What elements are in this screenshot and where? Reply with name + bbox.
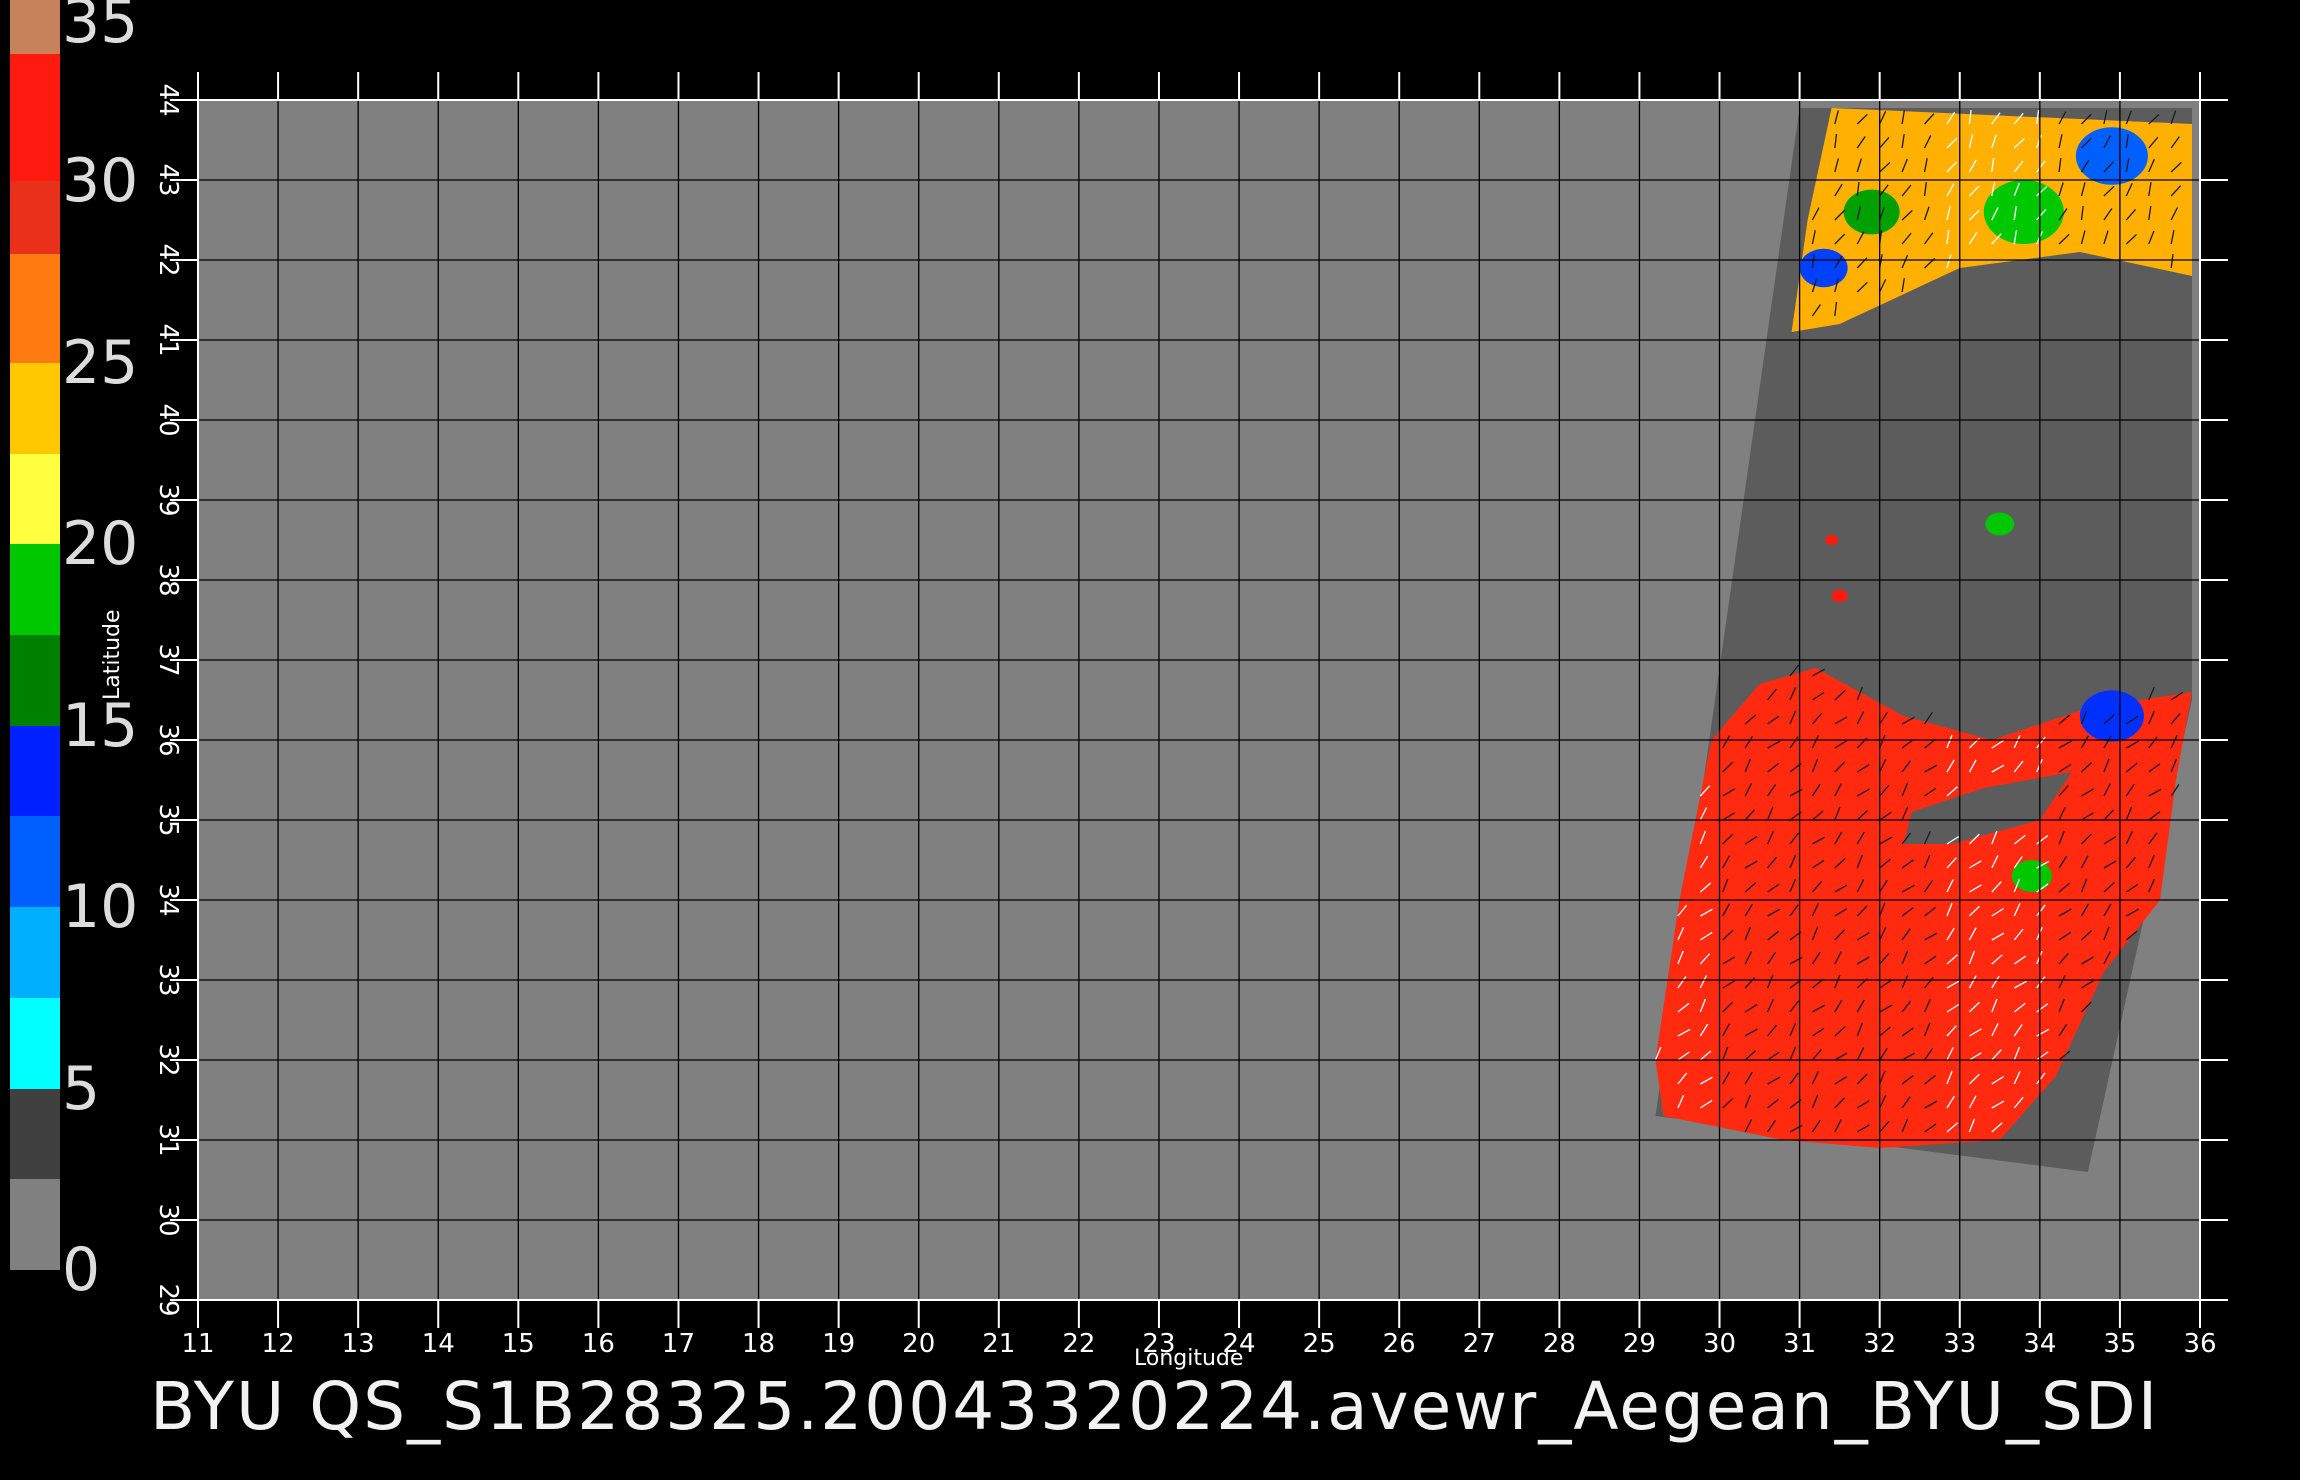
lon-tick-label: 31: [1783, 1329, 1816, 1359]
lat-tick-label: 32: [153, 1043, 183, 1076]
lat-tick-label: 29: [153, 1283, 183, 1316]
colorbar-segment: [10, 1088, 60, 1180]
colorbar-segment: [10, 254, 60, 363]
colorbar-segment: [10, 635, 60, 726]
colorbar-segment: [10, 1179, 60, 1270]
lat-tick-label: 41: [153, 323, 183, 356]
lon-tick-label: 27: [1463, 1329, 1496, 1359]
lat-tick-label: 36: [153, 723, 183, 756]
wind-patch: [1843, 189, 1900, 235]
colorbar-segment: [10, 725, 60, 817]
lat-tick-label: 38: [153, 563, 183, 596]
colorbar-label: 10: [62, 872, 139, 943]
lon-tick-label: 22: [1062, 1329, 1095, 1359]
lon-tick-label: 17: [662, 1329, 695, 1359]
lat-tick-label: 44: [153, 83, 183, 116]
lon-tick-label: 28: [1543, 1329, 1576, 1359]
colorbar-segment: [10, 0, 60, 55]
lat-tick-label: 30: [153, 1203, 183, 1236]
lon-tick-label: 34: [2023, 1329, 2056, 1359]
colorbar-label: 25: [62, 327, 139, 398]
colorbar-segment: [10, 544, 60, 635]
lon-tick-label: 19: [822, 1329, 855, 1359]
lon-tick-label: 12: [262, 1329, 295, 1359]
wind-patch: [1831, 589, 1848, 603]
colorbar-segment: [10, 181, 60, 254]
lon-tick-label: 36: [2183, 1329, 2216, 1359]
colorbar: [10, 0, 60, 1270]
lon-tick-label: 18: [742, 1329, 775, 1359]
wind-patch: [1799, 248, 1848, 288]
colorbar-label: 30: [62, 146, 139, 217]
lon-tick-label: 33: [1943, 1329, 1976, 1359]
lon-tick-label: 15: [502, 1329, 535, 1359]
lat-tick-label: 37: [153, 643, 183, 676]
y-axis-title: Latitude: [100, 609, 125, 700]
colorbar-label: 15: [62, 690, 139, 761]
wind-map-plot: 11 12 13 14 15 16 17 18 19 20 21 22 23 24 25 26 27 28 29 30…: [153, 72, 2228, 1359]
lon-tick-label: 21: [982, 1329, 1015, 1359]
lat-tick-label: 35: [153, 803, 183, 836]
wind-patch: [2075, 127, 2148, 185]
colorbar-segment: [10, 362, 60, 454]
wind-patch: [2011, 860, 2052, 892]
colorbar-segment: [10, 907, 60, 998]
lon-tick-label: 35: [2103, 1329, 2136, 1359]
lon-tick-label: 20: [902, 1329, 935, 1359]
lat-tick-label: 31: [153, 1123, 183, 1156]
colorbar-segment: [10, 997, 60, 1089]
lat-tick-label: 34: [153, 883, 183, 916]
lon-tick-label: 16: [582, 1329, 615, 1359]
colorbar-segment: [10, 816, 60, 908]
lon-tick-label: 29: [1623, 1329, 1656, 1359]
image-title: BYU QS_S1B28325.20043320224.avewr_Aegean…: [150, 1368, 2160, 1445]
lat-tick-label: 33: [153, 963, 183, 996]
lat-tick-label: 42: [153, 243, 183, 276]
wind-patch: [1985, 512, 2015, 536]
lat-tick-label: 43: [153, 163, 183, 196]
colorbar-segment: [10, 54, 60, 182]
lon-tick-label: 30: [1703, 1329, 1736, 1359]
colorbar-label: 35: [62, 0, 139, 57]
colorbar-label: 5: [62, 1053, 101, 1124]
lat-tick-label: 40: [153, 403, 183, 436]
lon-tick-label: 25: [1303, 1329, 1336, 1359]
lat-tick-labels: 29 30 31 32 33 34 35 36 37 38 39 40 41 42 43 44: [153, 83, 183, 1316]
colorbar-segment: [10, 453, 60, 545]
lon-tick-label: 13: [342, 1329, 375, 1359]
colorbar-label: 20: [62, 509, 139, 580]
wind-patch: [1825, 534, 1839, 546]
colorbar-label: 0: [62, 1235, 101, 1305]
lon-tick-label: 26: [1383, 1329, 1416, 1359]
lon-tick-label: 11: [181, 1329, 214, 1359]
lon-tick-label: 32: [1863, 1329, 1896, 1359]
lat-tick-label: 39: [153, 483, 183, 516]
lon-tick-label: 14: [422, 1329, 455, 1359]
